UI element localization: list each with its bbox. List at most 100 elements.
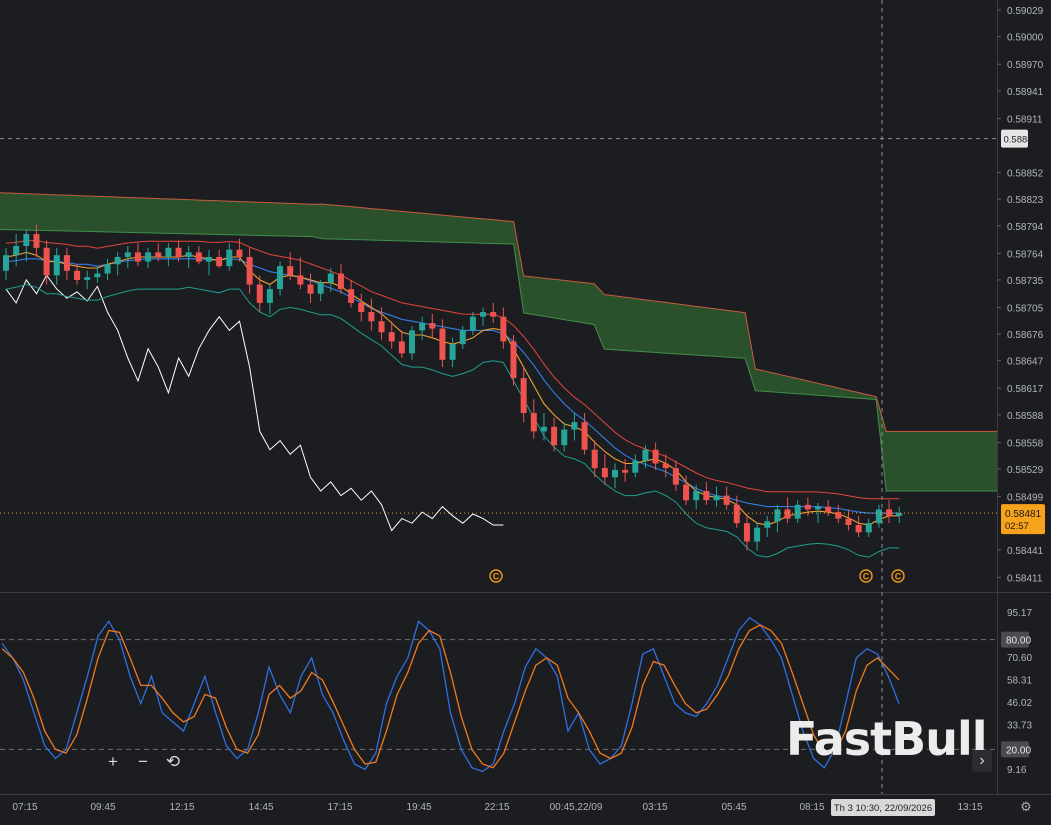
price-tick-label: 0.58852 xyxy=(1007,169,1044,180)
candle[interactable] xyxy=(865,518,872,537)
candle[interactable] xyxy=(723,486,730,510)
candle[interactable] xyxy=(23,229,30,262)
candle[interactable] xyxy=(469,312,476,336)
countdown-label: 02:57 xyxy=(1005,521,1029,532)
event-marker[interactable]: C xyxy=(859,569,873,583)
price-tick-label: 0.58735 xyxy=(1007,276,1044,287)
candle-body xyxy=(886,509,893,516)
candle[interactable] xyxy=(500,307,507,349)
candle[interactable] xyxy=(206,249,212,276)
candle[interactable] xyxy=(165,243,172,267)
candle[interactable] xyxy=(530,399,537,439)
candle[interactable] xyxy=(784,497,791,524)
candle[interactable] xyxy=(419,316,426,340)
scroll-right-button[interactable]: › xyxy=(972,750,992,772)
candle[interactable] xyxy=(693,484,700,510)
candle[interactable] xyxy=(713,486,720,507)
candle[interactable] xyxy=(612,463,618,489)
candle[interactable] xyxy=(226,243,233,271)
candle[interactable] xyxy=(74,264,81,285)
candle[interactable] xyxy=(94,266,101,283)
candle[interactable] xyxy=(195,245,202,265)
zoom-in-button[interactable]: + xyxy=(102,752,124,772)
candle[interactable] xyxy=(540,413,547,441)
candle[interactable] xyxy=(886,500,893,524)
candle-body xyxy=(825,506,832,513)
candle-body xyxy=(530,413,537,432)
candle[interactable] xyxy=(185,245,192,269)
candle[interactable] xyxy=(490,302,497,324)
candle[interactable] xyxy=(510,335,517,386)
candle[interactable] xyxy=(835,504,842,524)
candle[interactable] xyxy=(672,460,679,492)
candle[interactable] xyxy=(794,500,801,524)
candle-body xyxy=(764,521,771,528)
candle[interactable] xyxy=(297,256,304,290)
candle[interactable] xyxy=(896,506,903,524)
gear-icon[interactable]: ⚙ xyxy=(1018,799,1034,815)
candle[interactable] xyxy=(84,270,91,290)
candle[interactable] xyxy=(571,413,578,441)
candle[interactable] xyxy=(804,497,811,516)
price-tick-label: 0.58823 xyxy=(1007,195,1044,206)
candle[interactable] xyxy=(3,247,9,280)
candle[interactable] xyxy=(429,313,436,338)
event-marker[interactable]: C xyxy=(891,569,905,583)
candle[interactable] xyxy=(216,249,223,269)
candle[interactable] xyxy=(561,422,568,452)
candle[interactable] xyxy=(246,247,253,294)
candle[interactable] xyxy=(855,515,862,537)
candle[interactable] xyxy=(480,307,487,326)
candle[interactable] xyxy=(348,279,355,308)
candle[interactable] xyxy=(277,261,284,296)
candle[interactable] xyxy=(124,245,131,269)
osc-tick-label: 58.31 xyxy=(1007,675,1032,686)
candle-body xyxy=(114,256,121,265)
candle-body xyxy=(683,484,690,501)
chart-root[interactable]: 0.59029 0.59000 0.58970 0.58941 0.58911 0.588… xyxy=(0,0,1051,820)
candle-body xyxy=(3,255,9,271)
event-marker-label: C xyxy=(895,572,902,582)
candle[interactable] xyxy=(520,367,527,423)
candle-body xyxy=(551,426,558,446)
time-tick-label: 17:15 xyxy=(327,802,352,813)
candle[interactable] xyxy=(774,504,781,533)
candle[interactable] xyxy=(409,325,415,360)
last-price-label: 0.58481 xyxy=(1005,509,1042,520)
candle[interactable] xyxy=(875,504,882,528)
candle[interactable] xyxy=(754,523,761,551)
candle[interactable] xyxy=(114,252,121,276)
candle[interactable] xyxy=(53,247,60,285)
candle[interactable] xyxy=(266,284,273,314)
event-marker[interactable]: C xyxy=(489,569,503,583)
candle[interactable] xyxy=(337,264,344,294)
candle[interactable] xyxy=(307,273,314,303)
candle[interactable] xyxy=(551,417,558,452)
candle-body xyxy=(713,495,720,501)
candle[interactable] xyxy=(358,293,365,322)
candle[interactable] xyxy=(317,279,324,302)
candle[interactable] xyxy=(398,330,405,358)
candle[interactable] xyxy=(368,298,375,331)
candle[interactable] xyxy=(449,337,456,368)
candle[interactable] xyxy=(845,509,852,531)
candle-body xyxy=(622,469,629,473)
zoom-out-button[interactable]: − xyxy=(132,752,154,772)
reset-view-button[interactable]: ⟲ xyxy=(162,752,184,772)
candle[interactable] xyxy=(652,442,659,470)
candle[interactable] xyxy=(703,481,710,505)
candle[interactable] xyxy=(134,243,141,267)
candle[interactable] xyxy=(764,515,771,537)
candle[interactable] xyxy=(632,454,639,478)
candle-body xyxy=(855,524,862,533)
candle[interactable] xyxy=(104,258,111,280)
candle[interactable] xyxy=(459,325,466,349)
candle[interactable] xyxy=(601,454,608,485)
chart-canvas[interactable]: 0.59029 0.59000 0.58970 0.58941 0.58911 0.588… xyxy=(0,0,1051,820)
event-marker-label: C xyxy=(863,572,870,582)
candle[interactable] xyxy=(145,247,152,269)
candle-body xyxy=(165,247,172,257)
candle-body xyxy=(74,270,81,280)
candle[interactable] xyxy=(63,247,70,280)
candle-body xyxy=(94,273,101,278)
